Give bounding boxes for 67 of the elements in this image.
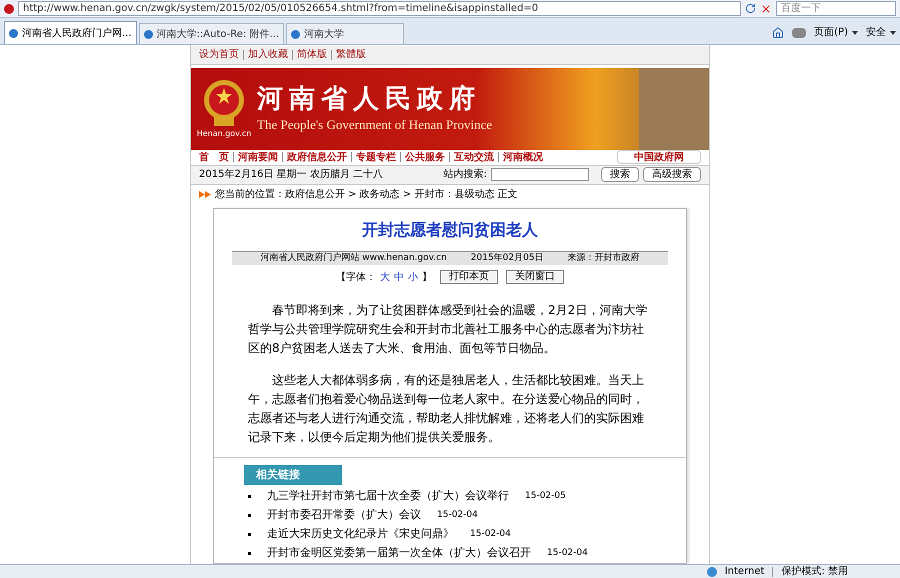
related-date: 15-02-04 — [437, 508, 478, 522]
article-action-button[interactable]: 打印本页 — [440, 270, 498, 284]
nav-link[interactable]: 河南要闻 — [238, 150, 278, 165]
top-link[interactable]: 简体版 — [297, 47, 327, 62]
nav-link[interactable]: 公共服务 — [405, 150, 445, 165]
menu-item[interactable]: 页面(P) — [814, 25, 848, 40]
font-size-link[interactable]: 中 — [394, 270, 404, 285]
site-search-field[interactable] — [491, 168, 589, 182]
menu-item[interactable]: 安全 — [866, 25, 886, 40]
article-title: 开封志愿者慰问贫困老人 — [361, 218, 539, 241]
caret-icon — [852, 30, 858, 34]
article-paragraph: 这些老人大都体弱多病，有的还是独居老人，生活都比较困难。当天上午，志愿者们抱着爱心物品送到每一位老人家中。在分送爱心物品的同时，志愿者还与老人进行沟通交流，帮助老人排忧解难，还将老人们的实际困难记录下来，以便今后定期为他们提供关爱服务。 — [248, 372, 645, 446]
font-size-link[interactable]: 大 — [380, 270, 390, 285]
banner-title: 河南省人民政府 — [257, 82, 482, 115]
home-icon[interactable] — [772, 26, 784, 38]
caret-icon — [890, 30, 896, 34]
article-paragraph: 春节即将到来，为了让贫困群体感受到社会的温暖，2月2日，河南大学哲学与公共管理学院研究生会和开封市北善社工服务中心的志愿者为汴坊社区的8户贫困老人送去了大米、食用油、面包等节日物品。 — [248, 302, 648, 357]
related-link[interactable]: 开封市金明区党委第一届第一次全体（扩大）会议召开 — [267, 545, 531, 562]
browser-tab[interactable]: 河南省人民政府门户网... — [4, 21, 137, 44]
zone-status: Internet — [724, 565, 764, 578]
related-link[interactable]: 九三学社开封市第七届十次全委（扩大）会议举行 — [267, 488, 509, 505]
tab-icon — [144, 30, 153, 38]
nav-link[interactable]: 专题专栏 — [356, 150, 396, 165]
related-link[interactable]: 走近大宋历史文化纪录片《宋史问鼎》 — [267, 526, 454, 543]
related-links-heading: 相关链接 — [244, 464, 342, 485]
related-date: 15-02-04 — [547, 546, 588, 560]
double-arrow-icon — [199, 191, 211, 198]
banner-subtitle: The People's Government of Henan Province — [257, 116, 492, 134]
related-link[interactable]: 开封市委召开常委（扩大）会议 — [267, 507, 421, 524]
related-date: 15-02-05 — [525, 490, 566, 503]
protected-mode-status: 保护模式: 禁用 — [781, 564, 848, 578]
close-icon[interactable] — [760, 2, 772, 14]
advanced-search-button[interactable]: 高级搜索 — [643, 167, 701, 182]
emblem-icon — [202, 78, 246, 128]
top-link[interactable]: 加入收藏 — [248, 47, 288, 62]
article-meta: 来源：开封市政府 — [568, 252, 640, 265]
search-button[interactable]: 搜索 — [601, 167, 639, 182]
nav-link[interactable]: 政府信息公开 — [287, 150, 347, 165]
search-label: 站内搜索: — [444, 168, 487, 182]
breadcrumb: 您当前的位置：政府信息公开 > 政务动态 > 开封市：县级动态 正文 — [215, 188, 518, 202]
date-text: 2015年2月16日 星期一 农历腊月 二十八 — [199, 168, 384, 182]
article-meta: 河南省人民政府门户网站 www.henan.gov.cn — [260, 252, 447, 265]
refresh-icon[interactable] — [745, 3, 756, 14]
browser-tab[interactable]: 河南大学::Auto-Re: 附件... — [138, 23, 284, 44]
top-link[interactable]: 设为首页 — [199, 47, 239, 62]
browser-tab[interactable]: 河南大学 — [286, 23, 404, 44]
bullet-icon — [248, 514, 251, 517]
font-size-link[interactable]: 小 — [408, 270, 418, 285]
top-link[interactable]: 繁體版 — [336, 47, 366, 62]
nav-link[interactable]: 互动交流 — [454, 150, 494, 165]
bullet-icon — [248, 494, 251, 498]
font-size-label: 【字体： — [336, 270, 376, 285]
related-date: 15-02-04 — [470, 528, 511, 541]
article-meta: 2015年02月05日 — [470, 252, 544, 265]
gov-portal-button[interactable]: 中国政府网 — [617, 150, 701, 164]
tab-icon — [9, 28, 18, 38]
article-action-button[interactable]: 关闭窗口 — [506, 270, 564, 284]
bullet-icon — [248, 552, 251, 555]
site-icon — [4, 4, 14, 14]
bullet-icon — [248, 532, 251, 536]
address-field[interactable]: http://www.henan.gov.cn/zwgk/system/2015/02/05/010526654.shtml?from=timeline&isappinstalled=0 — [18, 1, 741, 16]
tab-icon — [291, 30, 300, 38]
search-field[interactable]: 百度一下 — [776, 1, 896, 16]
nav-link[interactable]: 河南概况 — [503, 150, 543, 165]
site-domain: Henan.gov.cn — [196, 128, 252, 140]
nav-link[interactable]: 首 页 — [199, 150, 229, 165]
font-size-bracket: 】 — [422, 270, 432, 285]
